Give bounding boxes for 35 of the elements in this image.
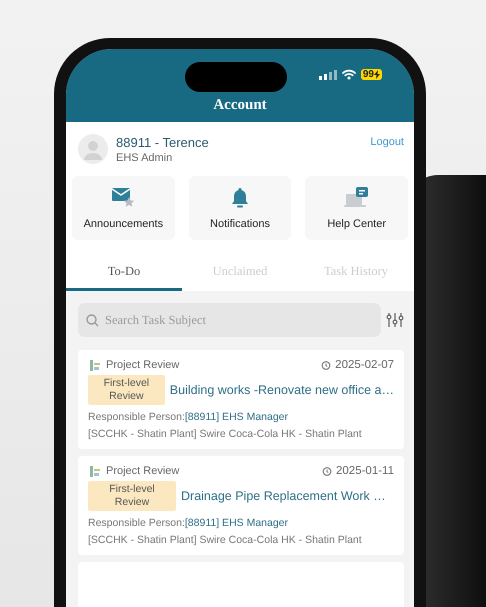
shortcut-button[interactable]: Help Center xyxy=(305,176,408,240)
avatar-icon xyxy=(78,134,108,164)
shortcut-button[interactable]: Announcements xyxy=(72,176,175,240)
responsible-person: [88911] EHS Manager xyxy=(184,517,288,530)
responsible-person: [88911] EHS Manager xyxy=(184,411,288,424)
shortcut-button[interactable]: Notifications xyxy=(188,176,292,240)
bolt-icon xyxy=(374,70,380,79)
filter-icon[interactable] xyxy=(386,312,404,328)
task-category: Project Review xyxy=(106,464,180,477)
alarm-clock-icon xyxy=(321,360,332,370)
user-name: 88911 - Terence xyxy=(116,134,210,150)
signal-icon xyxy=(318,70,337,80)
battery-level: 99 xyxy=(360,69,382,80)
task-date: 2025-02-07 xyxy=(335,359,394,371)
task-date: 2025-01-11 xyxy=(336,464,394,477)
task-category: Project Review xyxy=(106,359,180,371)
task-title: Building works -Renovate new office a… xyxy=(170,383,394,398)
chat-laptop-icon xyxy=(344,186,370,210)
review-level-badge: First-level Review xyxy=(88,480,176,512)
tab[interactable]: To-Do xyxy=(66,254,182,291)
envelope-star-icon xyxy=(110,186,136,210)
person-label: Responsible Person: xyxy=(88,411,185,424)
search-field[interactable]: Search Task Subject xyxy=(78,303,381,337)
logout-link[interactable]: Logout xyxy=(370,136,404,148)
task-location: [SCCHK - Shatin Plant] Swire Coca-Cola HK - Shatin Plant xyxy=(88,427,363,442)
task-card[interactable]: Project Review 2025-02-07 First-level Review Building works -Renovate new office a… Responsible Person:[88911] EHS Manager [SCCHK - Shatin Plant] Swire Coca-Cola HK - Shatin Plant xyxy=(78,350,404,449)
wifi-icon xyxy=(342,69,356,80)
review-level-badge: First-level Review xyxy=(88,375,165,406)
task-title: Drainage Pipe Replacement Work … xyxy=(181,488,386,503)
alarm-clock-icon xyxy=(322,466,332,476)
task-card[interactable]: Project Review 2025-01-11 First-level Review Drainage Pipe Replacement Work … Responsible Person:[88911] EHS Manager [SCCHK - Shatin Plant] Swire Coca-Cola HK - Shatin Plant xyxy=(78,456,404,555)
task-location: [SCCHK - Shatin Plant] Swire Coca-Cola HK - Shatin Plant xyxy=(88,532,363,548)
user-role: EHS Admin xyxy=(116,152,174,164)
person-label: Responsible Person: xyxy=(88,517,185,530)
screen-title: Account xyxy=(212,97,268,114)
